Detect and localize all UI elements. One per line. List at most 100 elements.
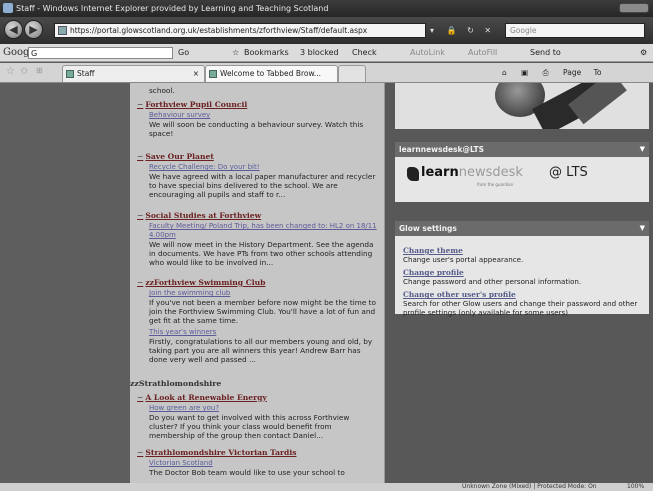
search-input[interactable]: Google	[505, 23, 645, 38]
send-to-button[interactable]: Send to	[530, 44, 561, 61]
group-title[interactable]: − Save Our Planet	[137, 152, 379, 161]
feeds-icon[interactable]: ▣	[521, 68, 528, 77]
feed-item: This year's winners Firstly, congratulat…	[149, 328, 379, 364]
settings-icon[interactable]: ⚙	[640, 44, 647, 61]
status-bar: Unknown Zone (Mixed) | Protected Mode: O…	[0, 483, 653, 491]
left-margin	[0, 83, 130, 483]
feed-group: − zzForthview Swimming Club Join the swim…	[137, 278, 379, 364]
autofill-button[interactable]: AutoFill	[468, 44, 497, 61]
feed-group: − A Look at Renewable Energy How green ar…	[137, 393, 379, 440]
window-titlebar: Staff - Windows Internet Explorer provid…	[0, 0, 653, 17]
tab-staff[interactable]: Staff ×	[62, 65, 205, 82]
collapse-toggle-icon[interactable]: −	[137, 100, 143, 109]
item-link[interactable]: How green are you?	[149, 404, 379, 413]
star-icon[interactable]: ☆	[232, 44, 239, 61]
page-menu[interactable]: Page	[563, 68, 581, 77]
stop-icon[interactable]: ✕	[484, 26, 491, 35]
group-title[interactable]: − Forthview Pupil Council	[137, 100, 379, 109]
feed-group: − Save Our Planet Recycle Challenge: Do y…	[137, 152, 379, 199]
item-body: Do you want to get involved with this ac…	[149, 413, 350, 440]
panel-title: learnnewsdesk@LTS	[399, 145, 485, 154]
group-title[interactable]: − zzForthview Swimming Club	[137, 278, 379, 287]
security-zone[interactable]: Unknown Zone (Mixed) | Protected Mode: O…	[462, 483, 597, 491]
popup-blocked-button[interactable]: 3 blocked	[300, 44, 339, 61]
home-icon[interactable]: ⌂	[502, 68, 507, 77]
group-title[interactable]: − A Look at Renewable Energy	[137, 393, 379, 402]
zoom-level[interactable]: 100%	[627, 483, 644, 491]
banner-image	[395, 83, 649, 129]
group-title-text[interactable]: Social Studies at Forthview	[145, 211, 261, 220]
google-go-button[interactable]: Go	[178, 44, 189, 61]
tab-favicon-icon	[66, 70, 74, 78]
lock-icon[interactable]: 🔒	[447, 26, 457, 35]
back-button[interactable]: ◀	[4, 20, 23, 39]
spell-check-button[interactable]: Check	[352, 44, 377, 61]
glow-settings-list: Change theme Change user's portal appear…	[395, 236, 649, 326]
group-title-text[interactable]: A Look at Renewable Energy	[145, 393, 266, 402]
item-link[interactable]: This year's winners	[149, 328, 379, 337]
glow-settings-panel: Glow settings ▼ Change theme Change user…	[395, 221, 649, 316]
settings-desc: Search for other Glow users and change t…	[403, 298, 638, 317]
feed-item: Victorian Scotland The Doctor Bob team w…	[149, 459, 379, 477]
window-controls[interactable]	[619, 3, 649, 13]
new-tab-button[interactable]	[338, 65, 366, 82]
panel-menu-arrow-icon[interactable]: ▼	[640, 221, 645, 236]
panel-title: Glow settings	[399, 224, 457, 233]
address-bar-row: ◀ ▶ https://portal.glowscotland.org.uk/e…	[0, 17, 653, 44]
panel-menu-arrow-icon[interactable]: ▼	[640, 142, 645, 157]
item-link[interactable]: Victorian Scotland	[149, 459, 379, 468]
item-body: Firstly, congratulations to all our memb…	[149, 337, 373, 364]
brand-byline: from the guardian	[477, 182, 514, 187]
print-icon[interactable]: ⎙	[543, 68, 549, 77]
item-link[interactable]: Recycle Challenge: Do your bit!	[149, 163, 379, 172]
brand-bold: learn	[421, 165, 459, 180]
url-text: https://portal.glowscotland.org.uk/estab…	[70, 26, 368, 35]
tab-welcome[interactable]: Welcome to Tabbed Brow...	[205, 65, 338, 82]
item-link[interactable]: Faculty Meeting/ Poland Trip, has been c…	[149, 222, 379, 240]
section-heading: zzStrathlomondshire	[130, 379, 222, 388]
window-title: Staff - Windows Internet Explorer provid…	[16, 4, 329, 13]
bookmarks-button[interactable]: Bookmarks	[244, 44, 289, 61]
item-link[interactable]: Behaviour survey	[149, 111, 379, 120]
item-link[interactable]: Join the swimming club	[149, 289, 379, 298]
collapse-toggle-icon[interactable]: −	[137, 393, 143, 402]
add-favorites-icon[interactable]: ✩	[20, 66, 28, 77]
page-favicon-icon	[58, 26, 67, 35]
favorites-star-icon[interactable]: ☆	[6, 66, 15, 77]
autolink-button[interactable]: AutoLink	[410, 44, 445, 61]
refresh-icon[interactable]: ↻	[467, 26, 474, 35]
feed-item: Join the swimming club If you've not bee…	[149, 289, 379, 325]
tools-menu[interactable]: To	[594, 68, 602, 77]
forward-button[interactable]: ▶	[24, 20, 43, 39]
tab-favicon-icon	[209, 70, 217, 78]
tab-staff-label: Staff	[77, 69, 95, 78]
group-title[interactable]: − Strathlomondshire Victorian Tardis	[137, 448, 379, 457]
newsdesk-figure-icon	[407, 167, 419, 181]
group-title[interactable]: − Social Studies at Forthview	[137, 211, 379, 220]
feed-top-text: school.	[149, 86, 175, 95]
google-search-input[interactable]: G	[28, 47, 173, 59]
feed-group: − Forthview Pupil Council Behaviour surve…	[137, 100, 379, 138]
lts-logo: @ LTS	[549, 165, 588, 180]
group-title-text[interactable]: Forthview Pupil Council	[145, 100, 247, 109]
item-body: If you've not been a member before now m…	[149, 298, 376, 325]
item-body: The Doctor Bob team would like to use yo…	[149, 468, 345, 477]
dropdown-arrow-icon[interactable]: ▾	[430, 26, 434, 35]
item-body: We will now meet in the History Departme…	[149, 240, 374, 267]
collapse-toggle-icon[interactable]: −	[137, 152, 143, 161]
settings-item: Change profile Change password and other…	[403, 269, 641, 286]
collapse-toggle-icon[interactable]: −	[137, 448, 143, 457]
quick-tabs-icon[interactable]: ⊞	[36, 66, 43, 75]
google-toolbar: Google G Go ☆ Bookmarks 3 blocked Check …	[0, 44, 653, 62]
collapse-toggle-icon[interactable]: −	[137, 211, 143, 220]
learnnewsdesk-panel: learnnewsdesk@LTS ▼ learnnewsdesk from t…	[395, 142, 649, 202]
ie-app-icon	[3, 3, 13, 13]
group-title-text[interactable]: zzForthview Swimming Club	[145, 278, 265, 287]
url-field[interactable]: https://portal.glowscotland.org.uk/estab…	[54, 23, 426, 38]
item-body: We have agreed with a local paper manufa…	[149, 172, 376, 199]
group-title-text[interactable]: Save Our Planet	[145, 152, 213, 161]
group-title-text[interactable]: Strathlomondshire Victorian Tardis	[145, 448, 296, 457]
collapse-toggle-icon[interactable]: −	[137, 278, 143, 287]
learnnewsdesk-logo[interactable]: learnnewsdesk from the guardian @ LTS	[407, 164, 641, 188]
tab-close-icon[interactable]: ×	[193, 66, 199, 82]
